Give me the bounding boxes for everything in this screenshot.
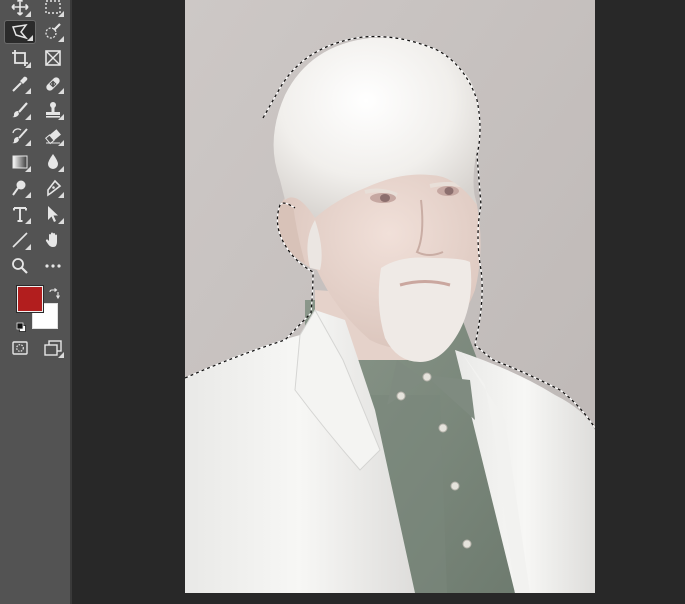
marquee-tool-button[interactable] [40,0,66,19]
pen-tool-button[interactable] [40,176,66,200]
document-canvas[interactable] [185,0,595,593]
zoom-tool-button[interactable] [7,254,33,278]
type-icon [13,207,27,222]
dodge-tool-button[interactable] [7,176,33,200]
crop-tool-button[interactable] [7,46,33,70]
eraser-tool-button[interactable] [40,124,66,148]
line-tool-button[interactable] [7,228,33,252]
portrait-photo [185,0,595,593]
frame-icon [45,50,61,66]
quick-selection-tool-button[interactable] [40,20,66,44]
bandage-icon [46,77,60,91]
swap-colors-button[interactable] [48,285,60,300]
move-icon [11,0,29,16]
healing-brush-tool-button[interactable] [40,72,66,96]
default-colors-button[interactable] [16,318,27,332]
stamp-icon [46,102,60,118]
pen-icon [47,179,62,197]
arrow-icon [48,206,58,222]
gradient-icon [12,155,28,169]
line-icon [12,232,28,248]
gradient-tool-button[interactable] [7,150,33,174]
crop-icon [12,50,28,66]
quick-mask-button[interactable] [7,336,33,360]
history-brush-tool-button[interactable] [7,124,33,148]
quick-selection-icon [45,23,61,39]
dodge-icon [12,180,26,196]
quick-mask-icon [12,341,28,355]
swap-arrows-icon [49,288,60,300]
tools-panel [0,0,72,604]
brush-icon [12,102,28,118]
screen-mode-button[interactable] [40,336,66,360]
drop-icon [48,154,58,169]
type-tool-button[interactable] [7,202,33,226]
default-colors-icon [16,322,26,332]
blur-tool-button[interactable] [40,150,66,174]
polygonal-lasso-icon [11,23,29,40]
foreground-color-swatch[interactable] [17,286,43,312]
move-tool-button[interactable] [7,0,33,19]
history-brush-icon [12,128,28,144]
clone-stamp-tool-button[interactable] [40,98,66,122]
rect-marquee-icon [45,0,61,14]
zoom-icon [12,258,28,274]
eyedropper-tool-button[interactable] [7,72,33,96]
more-tools-button[interactable] [40,254,66,278]
path-selection-tool-button[interactable] [40,202,66,226]
hand-icon [45,232,57,247]
polygonal-lasso-tool-button[interactable] [4,20,36,44]
brush-tool-button[interactable] [7,98,33,122]
more-icon [45,264,61,268]
eraser-icon [45,129,61,145]
frame-tool-button[interactable] [40,46,66,70]
screen-mode-icon [44,340,62,356]
eyedropper-icon [12,76,28,92]
hand-tool-button[interactable] [40,228,66,252]
